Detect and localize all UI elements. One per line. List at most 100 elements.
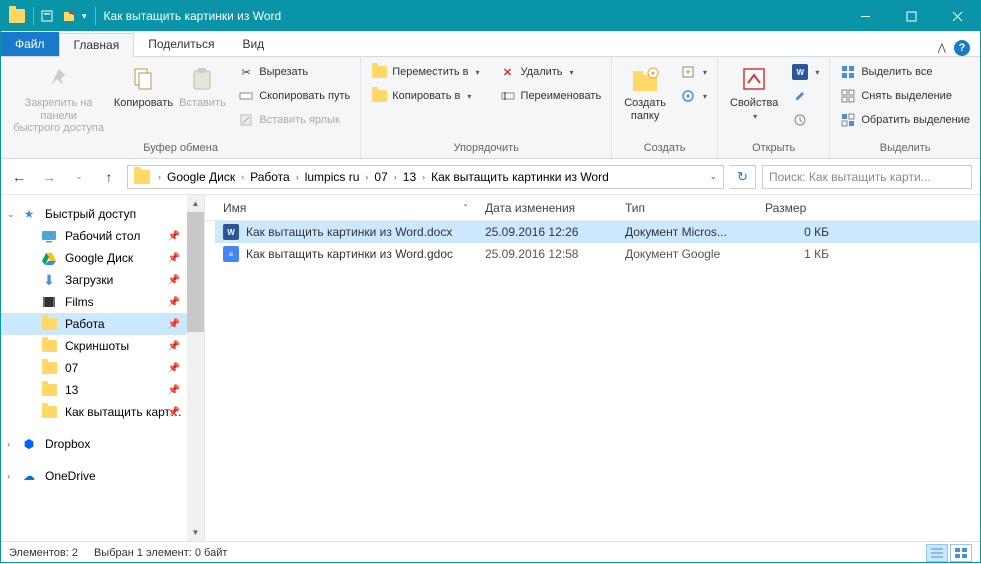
file-list: Имя⌃ Дата изменения Тип Размер WКак выта… <box>205 195 980 541</box>
pin-icon: 📌 <box>168 253 180 264</box>
crumb-sep[interactable]: › <box>237 172 248 182</box>
move-to-button[interactable]: Переместить в▾ <box>367 61 483 83</box>
sidebar-item-desktop[interactable]: Рабочий стол📌 <box>1 225 204 247</box>
new-item-button[interactable]: ✦▾ <box>676 61 711 83</box>
history-icon <box>792 112 808 128</box>
invert-selection-button[interactable]: Обратить выделение <box>836 109 974 131</box>
crumb[interactable]: 13 <box>401 170 418 184</box>
forward-button[interactable]: → <box>37 165 61 189</box>
open-with-button[interactable]: W▾ <box>788 61 823 83</box>
up-button[interactable]: ↑ <box>97 165 121 189</box>
qat-new-folder-icon[interactable] <box>60 7 78 25</box>
qat-dropdown-icon[interactable]: ▾ <box>82 11 87 22</box>
file-row[interactable]: ≡Как вытащить картинки из Word.gdoc 25.0… <box>215 243 980 265</box>
search-box[interactable] <box>762 165 972 189</box>
crumb-sep[interactable]: › <box>361 172 372 182</box>
paste-button[interactable]: Вставить <box>177 61 229 112</box>
sidebar-item-screenshots[interactable]: Скриншоты📌 <box>1 335 204 357</box>
delete-button[interactable]: ✕Удалить▾ <box>496 61 606 83</box>
help-icon[interactable]: ? <box>954 40 970 56</box>
sidebar-item-13[interactable]: 13📌 <box>1 379 204 401</box>
easy-access-icon <box>680 88 696 104</box>
address-bar[interactable]: › Google Диск › Работа › lumpics ru › 07… <box>127 165 724 189</box>
folder-move-icon <box>371 64 387 80</box>
col-type[interactable]: Тип <box>617 201 757 215</box>
select-none-icon <box>840 88 856 104</box>
expand-icon[interactable]: › <box>7 471 10 481</box>
refresh-button[interactable]: ↻ <box>730 165 756 189</box>
scroll-thumb[interactable] <box>187 212 204 332</box>
address-dropdown-icon[interactable]: ⌄ <box>709 171 717 182</box>
back-button[interactable]: ← <box>7 165 31 189</box>
svg-text:✦: ✦ <box>650 69 657 78</box>
minimize-button[interactable] <box>842 1 888 31</box>
group-label: Создать <box>618 140 711 158</box>
scroll-down-icon[interactable]: ▼ <box>187 524 204 541</box>
sidebar-item-07[interactable]: 07📌 <box>1 357 204 379</box>
crumb-sep[interactable]: › <box>154 172 165 182</box>
copy-icon <box>127 63 159 95</box>
new-folder-button[interactable]: ✦ Создать папку <box>618 61 672 124</box>
crumb-sep[interactable]: › <box>418 172 429 182</box>
crumb[interactable]: Google Диск <box>165 170 237 184</box>
col-date[interactable]: Дата изменения <box>477 201 617 215</box>
col-name[interactable]: Имя⌃ <box>215 201 477 215</box>
select-all-button[interactable]: Выделить все <box>836 61 974 83</box>
sidebar-onedrive[interactable]: ›☁OneDrive <box>1 465 204 487</box>
expand-icon[interactable]: › <box>7 439 10 449</box>
group-label: Буфер обмена <box>7 140 354 158</box>
sidebar-dropbox[interactable]: ›⬢Dropbox <box>1 433 204 455</box>
crumb-sep[interactable]: › <box>390 172 401 182</box>
sidebar-quick-access[interactable]: ⌄ ★ Быстрый доступ <box>1 203 204 225</box>
folder-copy-icon <box>371 88 387 104</box>
scroll-up-icon[interactable]: ▲ <box>187 195 204 212</box>
pin-to-quick-button[interactable]: Закрепить на панели быстрого доступа <box>7 61 110 137</box>
maximize-button[interactable] <box>888 1 934 31</box>
edit-button[interactable] <box>788 85 823 107</box>
pin-icon: 📌 <box>168 319 180 330</box>
recent-dropdown[interactable]: ⌄ <box>67 165 91 189</box>
sidebar-item-gdrive[interactable]: Google Диск📌 <box>1 247 204 269</box>
sort-arrow-icon: ⌃ <box>462 203 469 212</box>
rename-button[interactable]: Переименовать <box>496 85 606 107</box>
crumb[interactable]: lumpics ru <box>303 170 362 184</box>
paste-shortcut-button[interactable]: Вставить ярлык <box>234 109 354 131</box>
copy-path-button[interactable]: Скопировать путь <box>234 85 354 107</box>
tab-file[interactable]: Файл <box>1 32 59 56</box>
group-select: Выделить все Снять выделение Обратить вы… <box>830 57 980 158</box>
file-row[interactable]: WКак вытащить картинки из Word.docx 25.0… <box>215 221 980 243</box>
qat-properties-icon[interactable] <box>38 7 56 25</box>
sidebar-item-films[interactable]: Films📌 <box>1 291 204 313</box>
crumb[interactable]: Как вытащить картинки из Word <box>429 170 611 184</box>
tab-share[interactable]: Поделиться <box>134 32 228 56</box>
tab-view[interactable]: Вид <box>228 32 278 56</box>
minimize-ribbon-icon[interactable]: ⋀ <box>938 43 946 54</box>
crumb-sep[interactable]: › <box>292 172 303 182</box>
copy-button[interactable]: Копировать <box>112 61 174 112</box>
rename-icon <box>500 88 516 104</box>
sidebar-item-downloads[interactable]: ⬇Загрузки📌 <box>1 269 204 291</box>
word-icon: W <box>792 64 808 80</box>
copy-to-button[interactable]: Копировать в▾ <box>367 85 483 107</box>
sidebar-item-work[interactable]: Работа📌 <box>1 313 204 335</box>
separator <box>33 7 34 25</box>
sidebar-scrollbar[interactable]: ▲ ▼ <box>187 195 204 541</box>
tab-home[interactable]: Главная <box>59 33 135 57</box>
view-thumbnails-button[interactable] <box>950 544 972 562</box>
sidebar-item-img[interactable]: Как вытащить картинки📌 <box>1 401 204 423</box>
select-none-button[interactable]: Снять выделение <box>836 85 974 107</box>
crumb[interactable]: 07 <box>372 170 389 184</box>
search-input[interactable] <box>769 170 965 184</box>
easy-access-button[interactable]: ▾ <box>676 85 711 107</box>
view-details-button[interactable] <box>926 544 948 562</box>
chevron-down-icon: ▾ <box>703 92 707 101</box>
chevron-down-icon: ▾ <box>570 68 574 77</box>
expand-icon[interactable]: ⌄ <box>7 209 15 220</box>
properties-button[interactable]: Свойства▾ <box>724 61 784 124</box>
history-button[interactable] <box>788 109 823 131</box>
col-size[interactable]: Размер <box>757 201 837 215</box>
cut-button[interactable]: ✂Вырезать <box>234 61 354 83</box>
crumb[interactable]: Работа <box>248 170 292 184</box>
close-button[interactable] <box>934 1 980 31</box>
separator <box>95 7 96 25</box>
